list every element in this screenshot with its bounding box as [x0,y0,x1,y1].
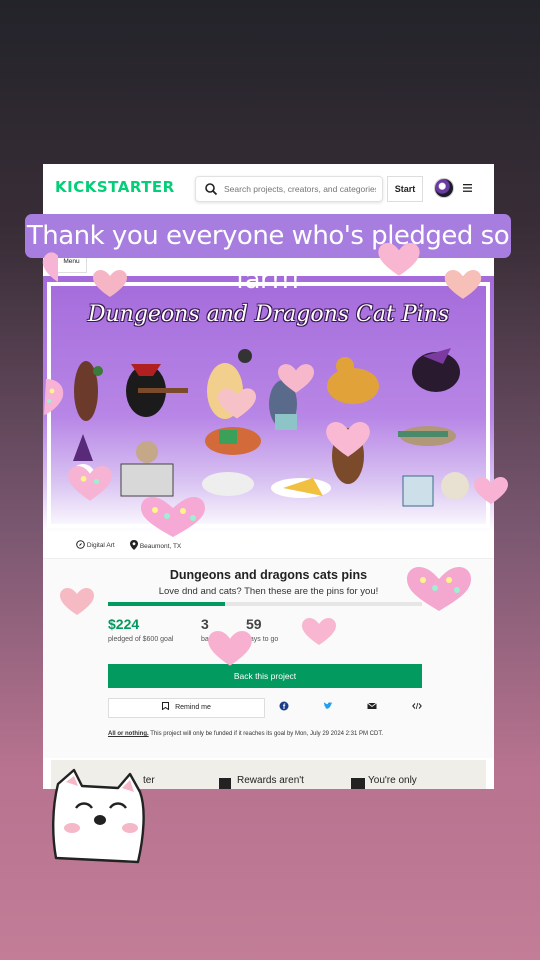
story-caption-banner: Thank you everyone who's pledged so far!… [25,214,511,295]
days-to-go-count: 59 [246,616,262,632]
cat-pin-5 [327,357,379,404]
heart-sticker-icon [444,270,482,299]
twitter-icon[interactable] [323,701,333,711]
heart-sticker-icon [278,364,314,393]
bookmark-icon [162,702,170,711]
card-icon [351,778,365,789]
start-button[interactable]: Start [387,176,423,202]
cat-pin-11 [120,441,174,497]
category-link[interactable]: Digital Art [76,540,115,549]
cat-sticker-icon [52,768,145,864]
heart-sticker-icon [44,379,64,415]
email-icon[interactable] [367,701,377,711]
menu-button[interactable]: Menu [56,256,87,273]
cat-pin-9 [398,426,456,446]
cat-pin-6 [412,348,460,392]
hamburger-menu-icon[interactable] [463,184,472,192]
remind-me-button[interactable]: Remind me [108,698,265,718]
rewards-icon [219,778,231,789]
heart-sticker-icon [141,497,205,537]
heart-sticker-icon [407,567,471,611]
kickstarter-logo[interactable]: KICKSTARTER [55,178,175,196]
heart-sticker-icon [93,270,127,297]
location-label: Beaumont, TX [139,543,182,550]
location-pin-icon [130,540,138,550]
heart-sticker-icon [208,631,252,666]
category-label: Digital Art [86,542,115,549]
cat-pin-2 [126,364,188,417]
heart-sticker-icon [302,618,336,645]
heart-sticker-icon [68,466,112,501]
heart-sticker-icon [218,388,256,419]
search-icon [205,183,218,196]
pledged-label: pledged of $600 goal [108,636,174,643]
funding-note: All or nothing. This project will only b… [108,731,383,737]
embed-code-icon[interactable] [412,701,422,711]
search-input[interactable] [224,181,376,197]
cat-pin-7 [205,427,261,455]
cat-pin-1 [74,361,103,421]
funding-progress-fill [108,602,226,606]
info-strip-item-2: Rewards aren't [237,775,304,786]
heart-sticker-icon [42,252,58,282]
compass-icon [76,540,85,549]
funding-note-text: This project will only be funded if it r… [150,731,384,737]
cat-pin-14 [402,472,469,507]
pledged-amount: $224 [108,616,140,632]
heart-sticker-icon [378,243,420,276]
search-box[interactable] [195,176,383,202]
user-avatar[interactable] [434,178,454,198]
back-this-project-button[interactable]: Back this project [108,664,422,688]
site-header: KICKSTARTER Start [43,164,494,214]
location-link[interactable]: Beaumont, TX [130,540,181,550]
all-or-nothing-link[interactable]: All or nothing. [108,731,149,737]
cat-pin-13 [271,478,331,498]
facebook-icon[interactable]: f [279,701,289,711]
cat-pin-12 [202,472,254,496]
backers-count: 3 [201,616,209,632]
remind-me-label: Remind me [175,704,211,711]
info-strip-item-3: You're only [368,775,417,786]
heart-sticker-icon [326,422,370,457]
funding-progress-bar [108,602,422,606]
heart-sticker-icon [60,588,94,615]
heart-sticker-icon [474,477,508,504]
